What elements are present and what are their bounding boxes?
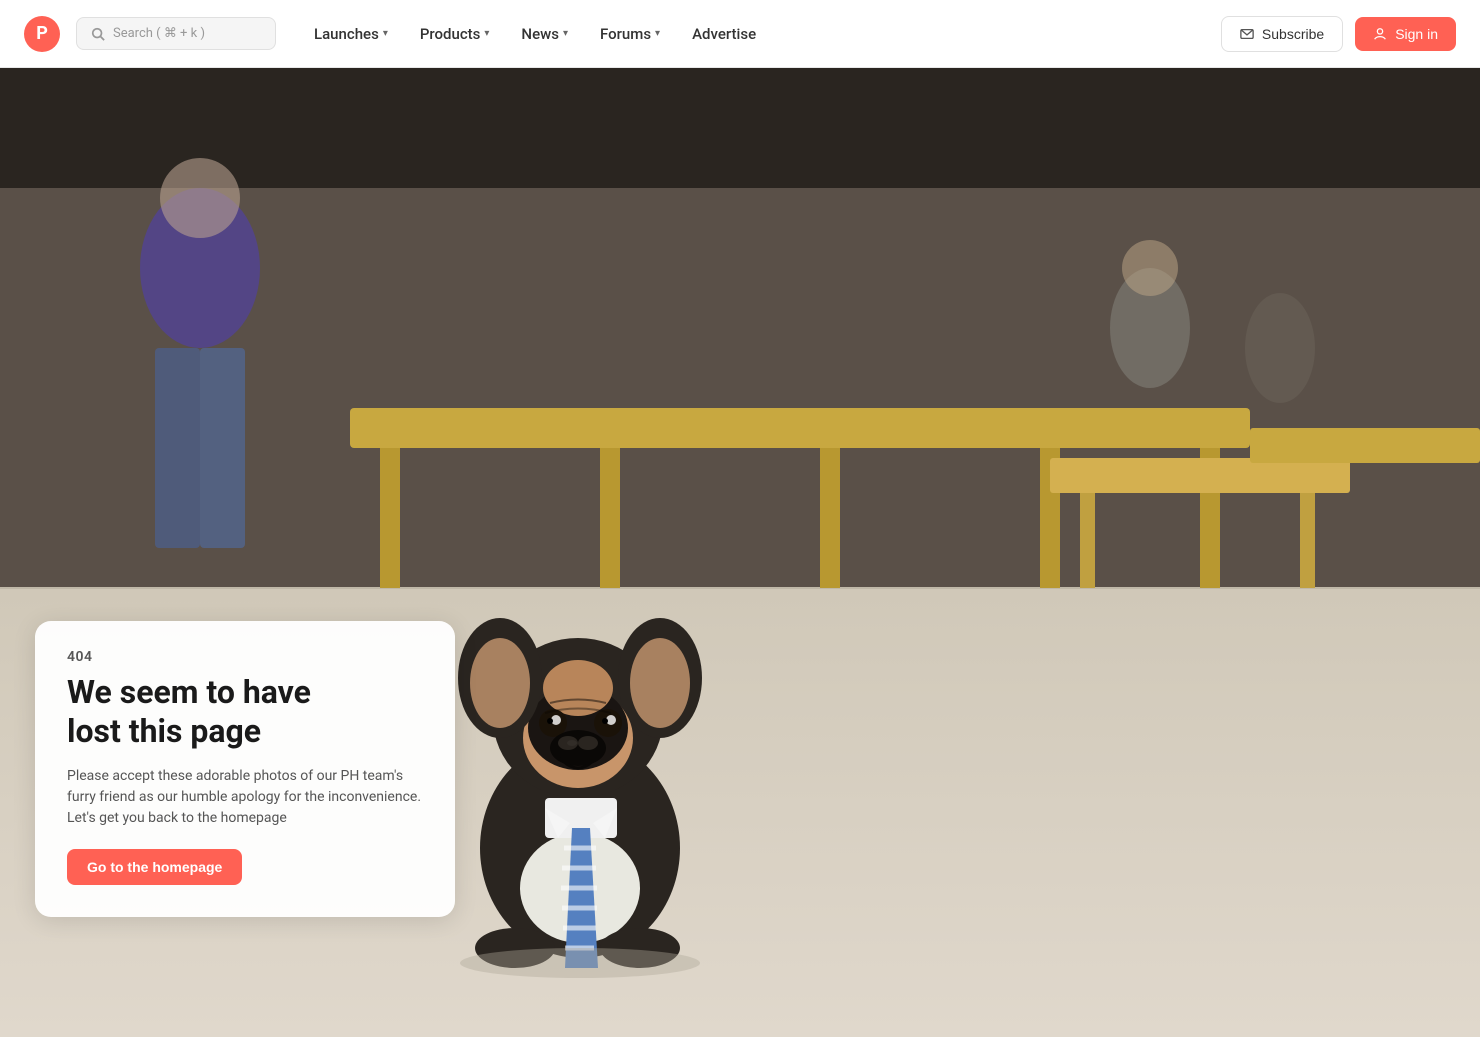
go-to-homepage-button[interactable]: Go to the homepage <box>67 849 242 885</box>
subscribe-button[interactable]: Subscribe <box>1221 16 1343 52</box>
error-title: We seem to have lost this page <box>67 673 423 750</box>
nav-item-news[interactable]: News ▾ <box>507 17 582 51</box>
logo-icon[interactable]: P <box>24 16 60 52</box>
chevron-down-icon: ▾ <box>383 28 388 39</box>
search-placeholder: Search ( ⌘ + k ) <box>113 26 205 41</box>
signin-button[interactable]: Sign in <box>1355 17 1456 51</box>
chevron-down-icon: ▾ <box>655 28 660 39</box>
logo[interactable]: P <box>24 16 60 52</box>
error-description: Please accept these adorable photos of o… <box>67 766 423 829</box>
error-code: 404 <box>67 649 423 665</box>
navbar: P Search ( ⌘ + k ) Launches ▾ Products ▾… <box>0 0 1480 68</box>
chevron-down-icon: ▾ <box>484 28 489 39</box>
search-icon <box>91 27 105 41</box>
nav-links: Launches ▾ Products ▾ News ▾ Forums ▾ Ad… <box>300 17 1221 51</box>
error-card: 404 We seem to have lost this page Pleas… <box>35 621 455 917</box>
signin-icon <box>1373 27 1387 41</box>
nav-item-products[interactable]: Products ▾ <box>406 17 504 51</box>
nav-item-forums[interactable]: Forums ▾ <box>586 17 674 51</box>
nav-item-advertise[interactable]: Advertise <box>678 17 770 51</box>
hero-section: 404 We seem to have lost this page Pleas… <box>0 68 1480 1037</box>
nav-item-launches[interactable]: Launches ▾ <box>300 17 402 51</box>
nav-right: Subscribe Sign in <box>1221 16 1456 52</box>
search-box[interactable]: Search ( ⌘ + k ) <box>76 17 276 50</box>
chevron-down-icon: ▾ <box>563 28 568 39</box>
envelope-icon <box>1240 27 1254 41</box>
